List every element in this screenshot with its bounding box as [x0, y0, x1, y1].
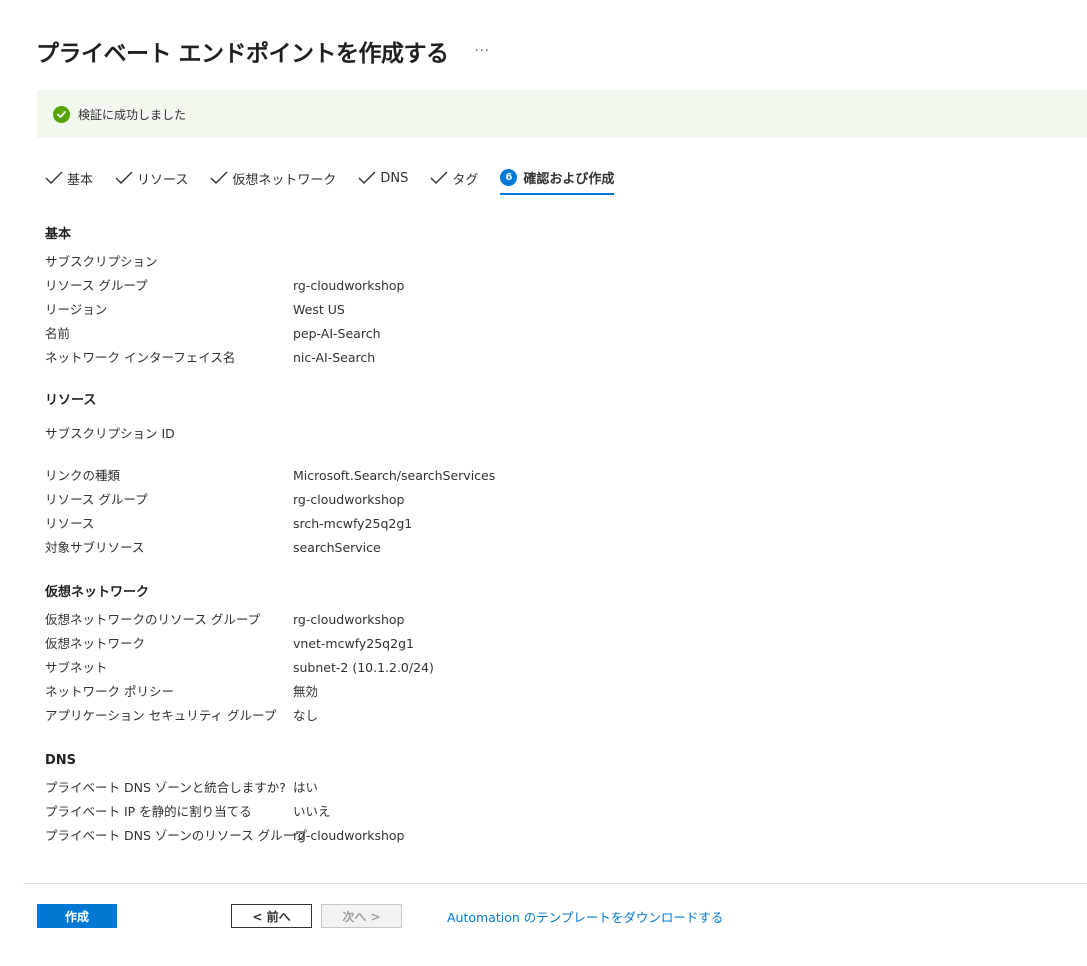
row-value: nic-AI-Search [293, 350, 376, 365]
more-actions-button[interactable]: ··· [475, 44, 490, 59]
row-label: リソース [45, 516, 95, 531]
step-number-badge: 6 [500, 168, 518, 186]
row-value: なし [293, 708, 319, 723]
row-value: pep-AI-Search [293, 326, 381, 341]
checkmark-icon [210, 171, 228, 185]
previous-button[interactable]: < 前へ [231, 904, 312, 928]
wizard-tabs: 基本 リソース 仮想ネットワーク DNS タグ 6 確認および作成 [45, 166, 636, 196]
summary-row: プライベート DNS ゾーンのリソース グループ rg-cloudworksho… [45, 824, 1045, 848]
summary-row: プライベート DNS ゾーンと統合しますか? はい [45, 776, 1045, 800]
tab-basics[interactable]: 基本 [45, 166, 93, 190]
row-value: rg-cloudworkshop [293, 492, 405, 507]
next-button[interactable]: 次へ > [321, 904, 402, 928]
row-label: 名前 [45, 326, 71, 341]
checkmark-icon [115, 171, 133, 185]
section-title: 仮想ネットワーク [45, 585, 150, 600]
row-value: はい [293, 780, 319, 795]
row-label: 仮想ネットワークのリソース グループ [45, 612, 261, 627]
summary-row: サブスクリプション ID [45, 422, 1045, 446]
row-label: サブスクリプション ID [45, 426, 175, 441]
row-label: アプリケーション セキュリティ グループ [45, 708, 277, 723]
footer-divider [23, 883, 1087, 884]
download-template-link[interactable]: Automation のテンプレートをダウンロードする [447, 907, 723, 926]
summary-row: リージョン West US [45, 298, 1045, 322]
row-label: サブネット [45, 660, 108, 675]
create-private-endpoint-page: プライベート エンドポイントを作成する ··· 検証に成功しました 基本 リソー… [0, 0, 1087, 966]
row-label: リソース グループ [45, 492, 148, 507]
row-value: subnet-2 (10.1.2.0/24) [293, 660, 434, 675]
section-title: 基本 [45, 227, 72, 242]
checkmark-icon [430, 171, 448, 185]
tab-label: リソース [137, 172, 189, 188]
section-basics: 基本 サブスクリプション リソース グループ rg-cloudworkshop … [45, 226, 1045, 370]
tab-label: 基本 [67, 172, 94, 188]
summary-row: リンクの種類 Microsoft.Search/searchServices [45, 464, 1045, 488]
row-label: プライベート DNS ゾーンのリソース グループ [45, 828, 307, 843]
summary-row: 仮想ネットワーク vnet-mcwfy25q2g1 [45, 632, 1045, 656]
summary-row: 名前 pep-AI-Search [45, 322, 1045, 346]
tab-dns[interactable]: DNS [358, 166, 408, 190]
summary-row: サブスクリプション [45, 250, 1045, 274]
row-label: 対象サブリソース [45, 540, 145, 555]
row-value: srch-mcwfy25q2g1 [293, 516, 413, 531]
summary-row: リソース グループ rg-cloudworkshop [45, 488, 1045, 512]
tab-virtual-network[interactable]: 仮想ネットワーク [210, 166, 336, 190]
row-label: リンクの種類 [45, 468, 121, 483]
checkmark-icon [45, 171, 63, 185]
tab-label: DNS [380, 170, 409, 186]
row-value: rg-cloudworkshop [293, 828, 405, 843]
row-value: 無効 [293, 684, 319, 699]
summary-row: ネットワーク ポリシー 無効 [45, 680, 1045, 704]
page-title: プライベート エンドポイントを作成する [36, 41, 449, 67]
review-summary: 基本 サブスクリプション リソース グループ rg-cloudworkshop … [45, 226, 1045, 848]
row-value: vnet-mcwfy25q2g1 [293, 636, 414, 651]
create-button[interactable]: 作成 [37, 904, 117, 928]
section-title: DNS [45, 753, 77, 768]
row-value: rg-cloudworkshop [293, 278, 405, 293]
row-label: ネットワーク ポリシー [45, 684, 174, 699]
row-value: いいえ [293, 804, 331, 819]
section-dns: DNS プライベート DNS ゾーンと統合しますか? はい プライベート IP … [45, 752, 1045, 848]
summary-row: サブネット subnet-2 (10.1.2.0/24) [45, 656, 1045, 680]
row-value: searchService [293, 540, 381, 555]
section-title: リソース [45, 393, 97, 408]
title-row: プライベート エンドポイントを作成する ··· [36, 34, 490, 68]
section-virtual-network: 仮想ネットワーク 仮想ネットワークのリソース グループ rg-cloudwork… [45, 584, 1045, 728]
summary-row: アプリケーション セキュリティ グループ なし [45, 704, 1045, 728]
section-resource: リソース サブスクリプション ID リンクの種類 Microsoft.Searc… [45, 392, 1045, 560]
summary-row: プライベート IP を静的に割り当てる いいえ [45, 800, 1045, 824]
row-label: プライベート IP を静的に割り当てる [45, 804, 252, 819]
summary-row: リソース srch-mcwfy25q2g1 [45, 512, 1045, 536]
row-label: プライベート DNS ゾーンと統合しますか? [45, 780, 286, 795]
tab-review-create[interactable]: 6 確認および作成 [500, 166, 615, 195]
row-label: ネットワーク インターフェイス名 [45, 350, 236, 365]
tab-resource[interactable]: リソース [115, 166, 188, 190]
row-value: Microsoft.Search/searchServices [293, 468, 496, 483]
tab-label: タグ [452, 172, 479, 188]
row-label: サブスクリプション [45, 254, 158, 269]
validation-success-banner: 検証に成功しました [37, 90, 1087, 138]
banner-message: 検証に成功しました [78, 107, 187, 122]
check-circle-icon [53, 105, 70, 123]
summary-row: 対象サブリソース searchService [45, 536, 1045, 560]
row-value: West US [293, 302, 345, 317]
checkmark-icon [358, 171, 376, 185]
summary-row: 仮想ネットワークのリソース グループ rg-cloudworkshop [45, 608, 1045, 632]
tab-label: 確認および作成 [523, 171, 615, 187]
summary-row: ネットワーク インターフェイス名 nic-AI-Search [45, 346, 1045, 370]
summary-row: リソース グループ rg-cloudworkshop [45, 274, 1045, 298]
row-label: 仮想ネットワーク [45, 636, 146, 651]
row-value: rg-cloudworkshop [293, 612, 405, 627]
tab-tags[interactable]: タグ [430, 166, 478, 190]
tab-label: 仮想ネットワーク [232, 172, 337, 188]
row-label: リソース グループ [45, 278, 148, 293]
row-label: リージョン [45, 302, 108, 317]
